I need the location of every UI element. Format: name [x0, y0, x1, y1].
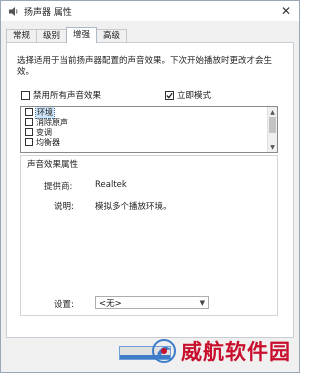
- scroll-up-icon[interactable]: ▲: [268, 107, 277, 117]
- settings-label: 设置:: [54, 300, 74, 310]
- tab-advanced[interactable]: 高级: [96, 29, 128, 43]
- tab-enhancements[interactable]: 增强: [66, 27, 98, 43]
- effects-list-scrollbar[interactable]: ▲ ▼: [267, 107, 277, 152]
- scroll-down-icon[interactable]: ▼: [268, 142, 277, 152]
- effect-properties-group: 声音效果属性 提供商: Realtek 说明: 模拟多个播放环境。 设置: <无…: [20, 155, 278, 316]
- speaker-icon: [7, 5, 19, 17]
- disable-all-effects-label: 禁用所有声音效果: [33, 91, 102, 101]
- enhancements-panel: 选择适用于当前扬声器配置的声音效果。下次开始播放时更改才会生效。 禁用所有声音效…: [6, 42, 294, 338]
- effect-item-pitch-shift[interactable]: 变调: [21, 127, 277, 137]
- provider-label: 提供商:: [44, 182, 73, 192]
- effect-checkbox[interactable]: [25, 108, 33, 116]
- immediate-mode-label: 立即模式: [177, 91, 212, 101]
- window-title: 扬声器 属性: [24, 7, 72, 18]
- effect-item-equalizer[interactable]: 均衡器: [21, 137, 277, 147]
- checkmark-icon: [166, 92, 173, 99]
- tab-levels[interactable]: 级别: [36, 29, 68, 43]
- watermark-text: 威航软件园: [181, 340, 291, 364]
- watermark-logo-icon: [152, 339, 176, 363]
- effect-checkbox[interactable]: [25, 118, 33, 126]
- close-button[interactable]: ✕: [279, 4, 293, 18]
- effect-checkbox[interactable]: [25, 138, 33, 146]
- immediate-mode-option[interactable]: 立即模式: [165, 89, 211, 101]
- tab-general[interactable]: 常规: [6, 29, 38, 43]
- disable-all-effects-option[interactable]: 禁用所有声音效果: [21, 89, 101, 101]
- effect-properties-title: 声音效果属性: [25, 158, 81, 170]
- immediate-mode-checkbox[interactable]: [165, 90, 174, 100]
- effect-description-label: 说明:: [54, 202, 74, 212]
- settings-dropdown[interactable]: <无> ▼: [95, 296, 209, 309]
- effect-item-voice-cancellation[interactable]: 消除原声: [21, 117, 277, 127]
- settings-selected-value: <无>: [99, 298, 122, 309]
- effect-item-environment[interactable]: 环境: [21, 107, 277, 119]
- enhancements-description: 选择适用于当前扬声器配置的声音效果。下次开始播放时更改才会生效。: [17, 56, 273, 77]
- tab-strip: 常规 级别 增强 高级: [6, 27, 128, 43]
- effect-description-value: 模拟多个播放环境。: [95, 202, 172, 212]
- scroll-thumb[interactable]: [269, 117, 276, 133]
- site-watermark: 威航软件园: [151, 334, 299, 368]
- effect-checkbox[interactable]: [25, 128, 33, 136]
- properties-dialog: 扬声器 属性 ✕ 常规 级别 增强 高级 选择适用于当前扬声器配置的声音效果。下…: [0, 0, 300, 373]
- disable-all-effects-checkbox[interactable]: [21, 90, 30, 100]
- chevron-down-icon: ▼: [199, 299, 205, 307]
- effect-label: 均衡器: [36, 137, 60, 147]
- effects-list[interactable]: 环境 消除原声 变调 均衡器 ▲ ▼: [20, 106, 278, 153]
- provider-value: Realtek: [95, 180, 127, 190]
- title-bar: 扬声器 属性 ✕: [1, 1, 299, 21]
